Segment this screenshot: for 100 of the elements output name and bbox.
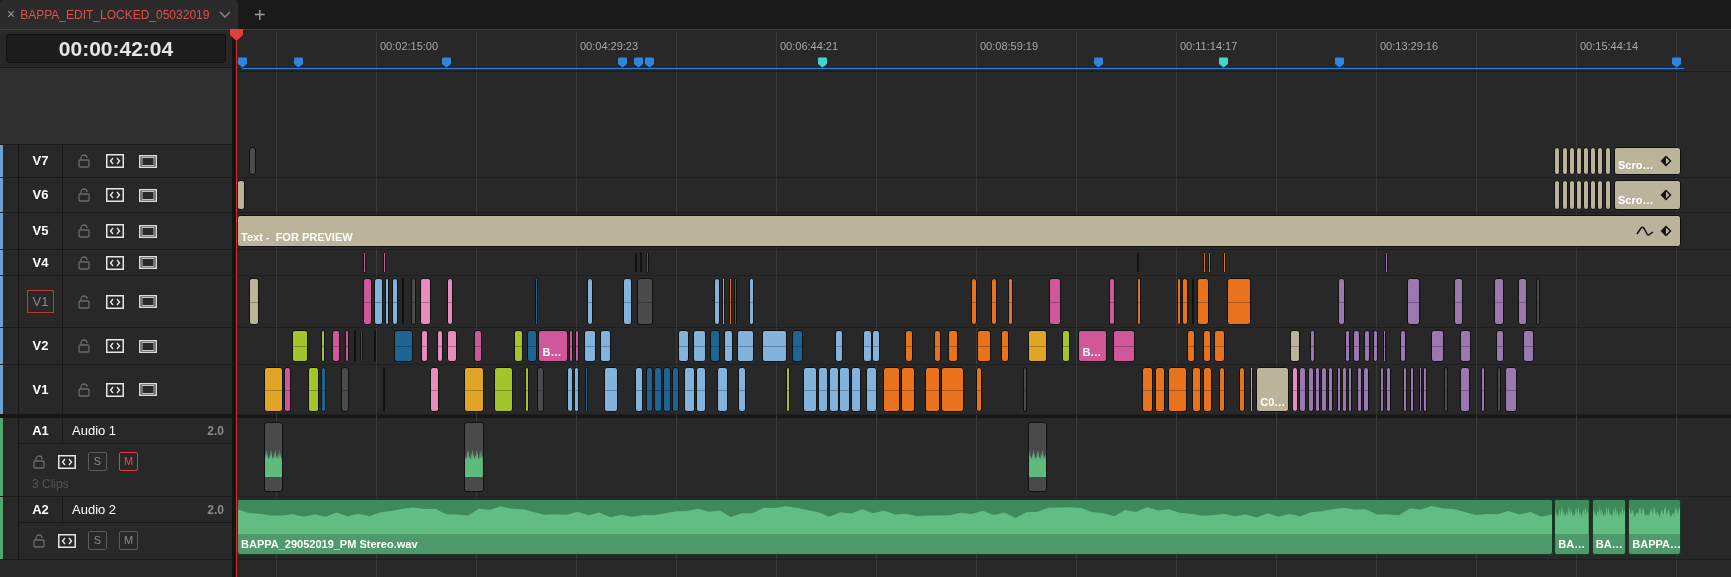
- video-clip[interactable]: [866, 367, 878, 412]
- video-clip[interactable]: [1373, 330, 1378, 362]
- auto-select-icon[interactable]: [106, 188, 124, 202]
- video-clip[interactable]: [672, 367, 679, 412]
- video-clip[interactable]: [527, 330, 538, 362]
- video-clip[interactable]: [1109, 278, 1115, 325]
- video-clip[interactable]: [263, 367, 284, 412]
- video-clip[interactable]: [654, 367, 663, 412]
- auto-select-icon[interactable]: [58, 454, 76, 469]
- lock-icon[interactable]: [32, 454, 46, 469]
- video-clip[interactable]: [948, 330, 959, 362]
- video-clip[interactable]: [1604, 180, 1611, 210]
- lock-icon[interactable]: [77, 224, 91, 238]
- auto-select-icon[interactable]: [106, 255, 124, 270]
- video-clip[interactable]: [535, 278, 539, 325]
- video-clip[interactable]: [792, 330, 804, 362]
- video-clip[interactable]: [249, 278, 260, 325]
- video-clip[interactable]: [1568, 180, 1575, 210]
- close-button[interactable]: ×: [7, 4, 16, 25]
- video-clip[interactable]: [1186, 330, 1196, 362]
- video-clip[interactable]: [803, 367, 817, 412]
- video-clip[interactable]: [1290, 330, 1301, 362]
- video-clip[interactable]: [1575, 147, 1582, 175]
- video-clip[interactable]: [1383, 330, 1387, 362]
- video-clip[interactable]: [1385, 252, 1388, 273]
- video-clip[interactable]: [835, 330, 844, 362]
- title-clip[interactable]: Text - FOR PREVIEW: [237, 215, 1682, 247]
- video-clip[interactable]: [1496, 367, 1502, 412]
- video-clip[interactable]: [1142, 367, 1154, 412]
- film-icon[interactable]: [139, 154, 157, 168]
- video-clip[interactable]: [1453, 278, 1463, 325]
- video-clip[interactable]: [1182, 278, 1188, 325]
- video-clip[interactable]: [1535, 278, 1540, 325]
- audio-clip[interactable]: [1027, 422, 1048, 492]
- video-clip[interactable]: [1399, 330, 1407, 362]
- video-clip[interactable]: [1460, 367, 1471, 412]
- video-clip[interactable]: [991, 278, 997, 325]
- audio-clip[interactable]: BAPPA…: [1628, 499, 1682, 555]
- mute-button[interactable]: M: [119, 452, 138, 471]
- video-clip[interactable]: [1379, 367, 1385, 412]
- audio-clip[interactable]: BA…: [1591, 499, 1627, 555]
- video-clip[interactable]: [1176, 278, 1182, 325]
- video-clip[interactable]: [1523, 330, 1535, 362]
- labeled-clip[interactable]: Scro…: [1613, 147, 1682, 175]
- video-clip[interactable]: [446, 278, 454, 325]
- video-clip[interactable]: [382, 252, 387, 273]
- auto-select-icon[interactable]: [106, 154, 124, 168]
- video-clip[interactable]: [584, 367, 589, 412]
- labeled-clip[interactable]: B…: [1078, 330, 1108, 362]
- video-clip[interactable]: [785, 367, 791, 412]
- video-clip[interactable]: [362, 252, 367, 273]
- auto-select-icon[interactable]: [106, 382, 124, 397]
- keyframe-icon[interactable]: [1660, 155, 1673, 167]
- video-clip[interactable]: [1299, 367, 1306, 412]
- video-clip[interactable]: [1430, 330, 1444, 362]
- video-clip[interactable]: [850, 367, 861, 412]
- marker-icon[interactable]: [1093, 57, 1104, 68]
- film-icon[interactable]: [139, 295, 157, 308]
- video-clip[interactable]: [430, 367, 440, 412]
- video-clip[interactable]: [696, 367, 707, 412]
- video-clip[interactable]: [573, 367, 580, 412]
- lock-icon[interactable]: [77, 255, 91, 270]
- video-clip[interactable]: [1308, 367, 1314, 412]
- video-clip[interactable]: [1027, 330, 1048, 362]
- video-clip[interactable]: [636, 278, 654, 325]
- video-clip[interactable]: [733, 278, 738, 325]
- video-clip[interactable]: [677, 330, 689, 362]
- video-clip[interactable]: [514, 330, 523, 362]
- video-clip[interactable]: [709, 330, 720, 362]
- video-clip[interactable]: [1517, 278, 1527, 325]
- video-clip[interactable]: [1336, 367, 1342, 412]
- video-clip[interactable]: [1363, 367, 1369, 412]
- video-clip[interactable]: [373, 278, 383, 325]
- video-clip[interactable]: [1327, 367, 1334, 412]
- video-clip[interactable]: [583, 330, 596, 362]
- video-clip[interactable]: [1493, 278, 1504, 325]
- film-icon[interactable]: [139, 256, 157, 269]
- video-clip[interactable]: [1407, 278, 1420, 325]
- video-clip[interactable]: [1203, 367, 1212, 412]
- video-clip[interactable]: [645, 252, 649, 273]
- video-clip[interactable]: [237, 180, 245, 210]
- video-clip[interactable]: [569, 330, 573, 362]
- video-clip[interactable]: [292, 330, 308, 362]
- video-clip[interactable]: [749, 278, 754, 325]
- video-clip[interactable]: [574, 330, 580, 362]
- video-clip[interactable]: [684, 367, 696, 412]
- video-clip[interactable]: [1575, 180, 1582, 210]
- video-clip[interactable]: [1344, 330, 1351, 362]
- video-clip[interactable]: [1403, 367, 1408, 412]
- track-name[interactable]: V1: [26, 289, 55, 314]
- video-clip[interactable]: [1364, 330, 1370, 362]
- auto-select-icon[interactable]: [58, 533, 76, 548]
- marker-icon[interactable]: [441, 57, 452, 68]
- film-icon[interactable]: [139, 224, 157, 238]
- video-clip[interactable]: [828, 367, 839, 412]
- video-clip[interactable]: [1238, 367, 1246, 412]
- audio-clip[interactable]: [263, 422, 284, 492]
- video-clip[interactable]: [1597, 147, 1604, 175]
- labeled-clip[interactable]: Scro…: [1613, 180, 1682, 210]
- solo-button[interactable]: S: [88, 531, 107, 550]
